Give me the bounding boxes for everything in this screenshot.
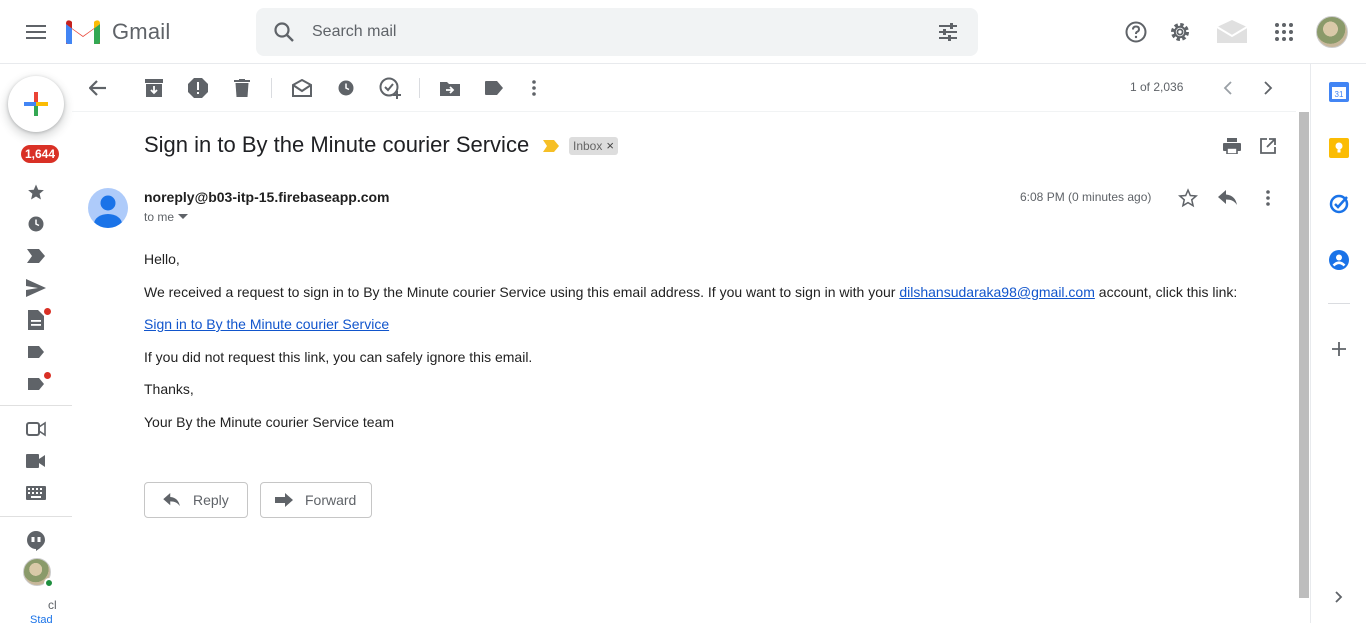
body-request-paragraph: We received a request to sign in to By t… [144,284,1237,300]
apps-grid-icon[interactable] [1268,16,1300,48]
open-new-window-icon[interactable] [1256,134,1280,158]
body-ignore-line: If you did not request this link, you ca… [144,349,533,365]
add-addon-plus-icon[interactable] [1327,337,1351,361]
email-subject: Sign in to By the Minute courier Service [144,132,530,157]
account-avatar[interactable] [1316,16,1348,48]
help-icon[interactable] [1120,16,1152,48]
video-camera-icon[interactable] [24,449,48,473]
drafts-icon[interactable] [24,308,51,332]
recipient-text: to me [144,210,175,224]
starred-icon[interactable] [24,180,48,204]
remove-label-icon[interactable]: × [606,137,614,155]
toolbar-divider [271,78,272,98]
scrollbar-thumb[interactable] [1299,112,1309,598]
label-notification-dot [44,372,51,379]
report-spam-icon[interactable] [186,76,210,100]
important-label-icon[interactable] [24,244,48,268]
new-meeting-icon[interactable] [24,417,48,441]
body-thanks: Thanks, [144,381,194,397]
side-panel-divider [1328,303,1350,304]
forward-label: Forward [305,492,357,508]
main-menu-icon[interactable] [16,16,56,48]
expand-panel-chevron-icon[interactable] [1327,585,1351,609]
reply-label: Reply [193,492,229,508]
contacts-app-icon[interactable] [1327,248,1351,272]
svg-text:31: 31 [1335,90,1344,99]
search-options-icon[interactable] [936,20,960,44]
message-timestamp: 6:08 PM (0 minutes ago) [1020,190,1152,204]
compose-button[interactable] [8,76,64,132]
person-icon [94,195,122,228]
account-mail-icon[interactable] [1214,16,1250,48]
forward-button[interactable]: Forward [260,482,372,518]
recipient-line[interactable]: to me [144,210,189,224]
gmail-logo[interactable]: Gmail [64,16,184,48]
body-greeting: Hello, [144,251,180,267]
sender-address[interactable]: noreply@b03-itp-15.firebaseapp.com [144,189,390,205]
print-icon[interactable] [1220,134,1244,158]
mark-unread-icon[interactable] [290,76,314,100]
keyboard-icon[interactable] [24,481,48,505]
search-icon[interactable] [272,20,296,44]
sender-avatar[interactable] [88,188,128,228]
online-status-dot [44,578,54,588]
add-to-tasks-icon[interactable] [378,76,402,100]
archive-icon[interactable] [142,76,166,100]
plus-icon [24,92,48,116]
toolbar-divider [419,78,420,98]
body-request-suffix: account, click this link: [1094,284,1238,300]
sent-icon[interactable] [24,276,48,300]
delete-trash-icon[interactable] [230,76,254,100]
reply-icon[interactable] [1216,186,1240,210]
app-name: Gmail [112,19,171,44]
drafts-notification-dot [44,308,51,315]
body-request-prefix: We received a request to sign in to By t… [144,284,900,300]
top-header: Gmail [0,0,1366,64]
move-to-icon[interactable] [438,76,462,100]
unread-count-badge: 1,644 [21,145,60,163]
account-email-link[interactable]: dilshansudaraka98@gmail.com [899,284,1095,300]
importance-marker-icon[interactable] [543,140,559,152]
label-chip-text: Inbox [573,139,603,153]
label-icon[interactable] [24,372,51,396]
search-bar[interactable] [256,8,978,56]
older-chevron-left-icon[interactable] [1216,76,1240,100]
toolbar-divider-line [72,111,1296,112]
dropdown-arrow-icon[interactable] [178,214,189,220]
hangouts-chat-icon[interactable] [24,529,48,553]
inbox-label-chip[interactable]: Inbox × [569,137,618,155]
snoozed-clock-icon[interactable] [24,212,48,236]
search-input[interactable] [312,20,912,44]
more-options-icon[interactable] [522,76,546,100]
body-signature: Your By the Minute courier Service team [144,414,395,430]
keep-notes-app-icon[interactable] [1327,136,1351,160]
contact-name-fragment: cl [48,598,57,612]
label-icon[interactable] [24,340,48,364]
more-message-options-icon[interactable] [1256,186,1280,210]
settings-gear-icon[interactable] [1164,16,1196,48]
forward-arrow-icon [275,493,293,507]
label-as-icon[interactable] [482,76,506,100]
snooze-clock-icon[interactable] [334,76,358,100]
reply-button[interactable]: Reply [144,482,248,518]
calendar-app-icon[interactable]: 31 [1327,80,1351,104]
pagination-count: 1 of 2,036 [1130,80,1184,94]
star-icon[interactable] [1176,186,1200,210]
reply-arrow-icon [163,493,180,507]
start-chat-link-fragment[interactable]: Stad [30,614,53,626]
newer-chevron-right-icon[interactable] [1256,76,1280,100]
signin-link[interactable]: Sign in to By the Minute courier Service [144,316,389,332]
tasks-app-icon[interactable] [1327,192,1351,216]
back-arrow-icon[interactable] [86,76,110,100]
gmail-m-icon [66,20,100,44]
rail-divider [0,405,72,406]
rail-divider [0,516,72,517]
